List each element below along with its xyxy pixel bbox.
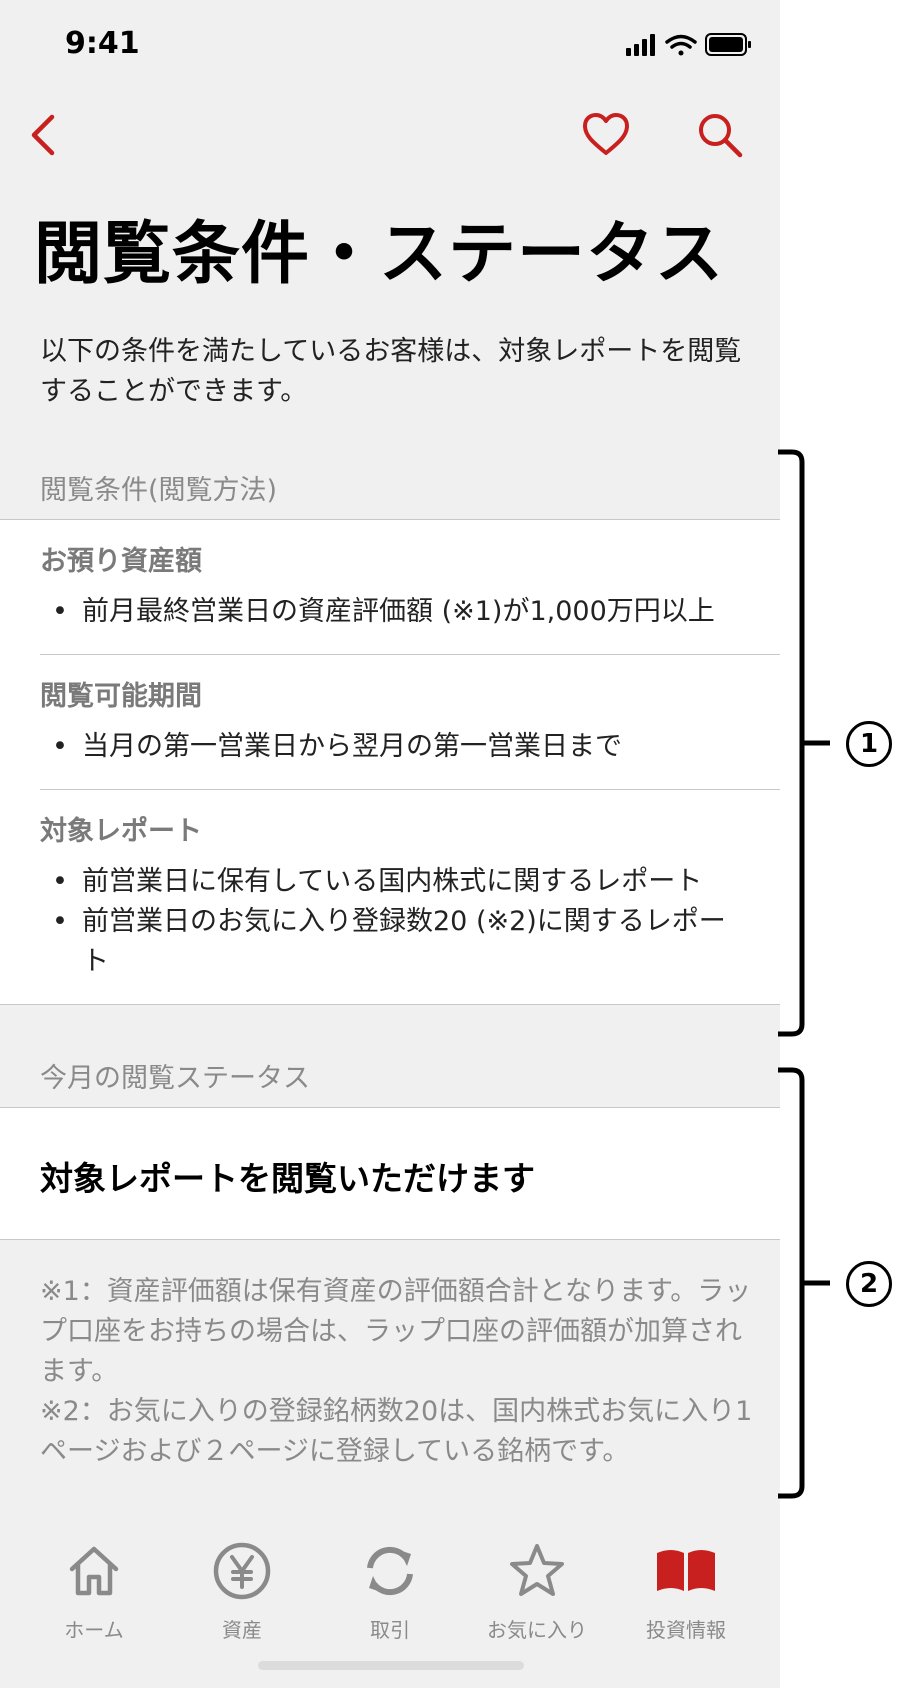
refresh-icon [367,1546,413,1596]
tab-label: お気に入り [487,1618,587,1642]
annotation-callout-2: 2 [846,1261,892,1307]
condition-title: 閲覧可能期間 [40,681,202,712]
book-icon [657,1550,715,1591]
status-time: 9:41 [65,26,140,61]
condition-block-assets: お預り資産額 前月最終営業日の資産評価額 (※1)が1,000万円以上 [40,520,780,655]
tab-trade[interactable]: 取引 [325,1534,455,1654]
conditions-section-header: 閲覧条件(閲覧方法) [0,458,780,520]
status-header-label: 今月の閲覧ステータス [40,1063,310,1094]
status-card: 対象レポートを閲覧いただけます [0,1108,780,1240]
battery-icon [705,33,751,56]
favorite-button[interactable] [576,105,636,165]
status-icons [626,32,752,58]
page-title: 閲覧条件・ステータス [34,215,725,294]
tab-favorites[interactable]: お気に入り [472,1534,602,1654]
conditions-card: お預り資産額 前月最終営業日の資産評価額 (※1)が1,000万円以上 閲覧可能… [0,520,780,1005]
status-message: 対象レポートを閲覧いただけます [40,1159,535,1198]
intro-text: 以下の条件を満たしているお客様は、対象レポートを閲覧することができます。 [40,336,742,407]
search-button[interactable] [690,105,750,165]
conditions-header-label: 閲覧条件(閲覧方法) [40,475,278,506]
condition-title: 対象レポート [40,816,202,847]
navigation-bar [0,95,780,175]
annotation-bracket-1 [778,449,830,1037]
condition-block-period: 閲覧可能期間 当月の第一営業日から翌月の第一営業日まで [40,655,780,790]
tab-label: 取引 [370,1618,410,1642]
condition-title: お預り資産額 [40,546,202,577]
chevron-left-icon [31,114,55,156]
phone-screen: 9:41 閲覧条件・ステータス 以下の条件を満たしているお客様は、対象レポートを… [0,0,780,1688]
heart-icon [583,113,629,155]
home-icon [69,1546,119,1596]
wifi-icon [665,34,697,56]
annotation-callout-1: 1 [846,721,892,767]
tab-assets[interactable]: 資産 [177,1534,307,1654]
list-item: 前営業日のお気に入り登録数20 (※2)に関するレポート [40,902,780,982]
tab-investment-info[interactable]: 投資情報 [621,1534,751,1654]
tab-label: ホーム [64,1618,124,1642]
footnote-2: ※2：お気に入りの登録銘柄数20は、国内株式お気に入り1ページおよび２ページに登… [40,1396,753,1467]
tab-label: 資産 [222,1618,262,1642]
signal-icon [626,34,655,56]
annotation-bracket-2 [778,1067,830,1499]
footnote-1: ※1：資産評価額は保有資産の評価額合計となります。ラップ口座をお持ちの場合は、ラ… [40,1276,752,1387]
footnotes: ※1：資産評価額は保有資産の評価額合計となります。ラップ口座をお持ちの場合は、ラ… [40,1272,755,1472]
tab-label: 投資情報 [646,1618,726,1642]
tab-bar: ホーム 資産 取引 お気に入り 投資情報 [0,1520,780,1688]
home-indicator [258,1661,524,1670]
list-item: 前営業日に保有している国内株式に関するレポート [40,862,780,902]
status-bar: 9:41 [0,0,780,90]
star-icon [510,1544,564,1596]
list-item: 前月最終営業日の資産評価額 (※1)が1,000万円以上 [40,592,780,632]
status-section-header: 今月の閲覧ステータス [0,1046,780,1108]
yen-icon [213,1542,271,1600]
list-item: 当月の第一営業日から翌月の第一営業日まで [40,727,780,767]
search-icon [699,114,743,158]
back-button[interactable] [14,105,74,165]
tab-home[interactable]: ホーム [29,1534,159,1654]
condition-block-reports: 対象レポート 前営業日に保有している国内株式に関するレポート 前営業日のお気に入… [40,790,780,1004]
